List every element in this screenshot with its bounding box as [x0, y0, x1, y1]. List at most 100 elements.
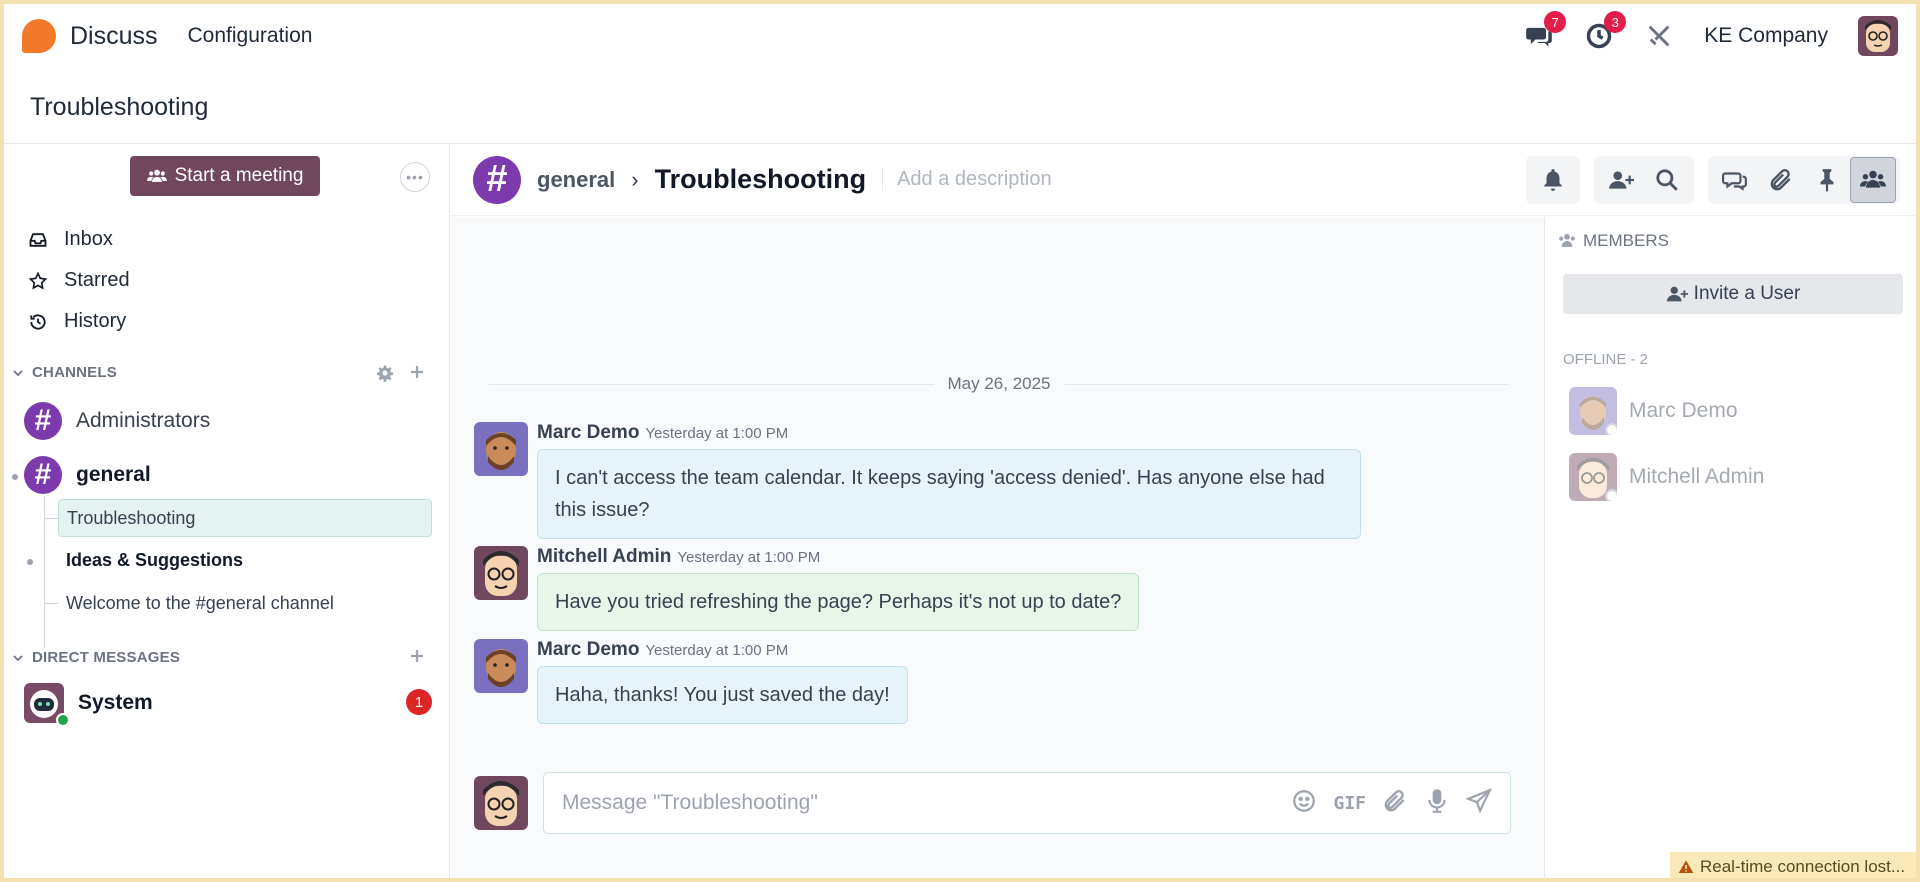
channel-item-general[interactable]: # general: [24, 456, 151, 494]
message-author[interactable]: Marc Demo: [537, 639, 639, 661]
message-author[interactable]: Mitchell Admin: [537, 546, 671, 568]
company-switcher[interactable]: KE Company: [1704, 24, 1828, 48]
member-avatar: [1569, 453, 1617, 501]
start-meeting-button[interactable]: Start a meeting: [130, 156, 320, 196]
offline-status-icon: [1605, 423, 1617, 435]
channel-name: Administrators: [76, 409, 211, 432]
member-name: Marc Demo: [1629, 399, 1738, 422]
thread-branch: [44, 603, 58, 604]
date-separator-label: May 26, 2025: [947, 374, 1051, 393]
message-item[interactable]: Mitchell Admin Yesterday at 1:00 PM Have…: [474, 546, 1140, 631]
author-avatar[interactable]: [474, 639, 528, 693]
messages-icon[interactable]: 7: [1524, 11, 1567, 51]
parent-channel-link[interactable]: general: [537, 167, 615, 193]
message-author[interactable]: Marc Demo: [537, 422, 639, 444]
members-header: MEMBERS: [1557, 231, 1669, 251]
channel-settings-gear-icon[interactable]: [376, 363, 394, 387]
unread-count-badge: 1: [406, 689, 432, 715]
inbox-icon: [29, 232, 47, 247]
message-bubble: Haha, thanks! You just saved the day!: [537, 666, 908, 724]
thread-name: Troubleshooting: [67, 507, 196, 528]
pin-icon[interactable]: [1804, 157, 1850, 203]
sidebar-item-label: History: [64, 310, 127, 332]
author-avatar[interactable]: [474, 422, 528, 476]
composer-box: GIF: [543, 772, 1511, 834]
activity-clock-icon[interactable]: 3: [1584, 11, 1627, 51]
add-user-icon: [1666, 286, 1688, 302]
emoji-icon[interactable]: [1291, 788, 1317, 819]
member-item-mitchell-admin[interactable]: Mitchell Admin: [1569, 453, 1764, 501]
users-icon: [146, 169, 167, 182]
channel-hash-icon: #: [24, 402, 62, 440]
message-timestamp: Yesterday at 1:00 PM: [645, 425, 789, 442]
thread-item-troubleshooting[interactable]: Troubleshooting: [58, 499, 432, 537]
message-composer: GIF: [474, 772, 1511, 834]
member-item-marc-demo[interactable]: Marc Demo: [1569, 387, 1738, 435]
channel-item-administrators[interactable]: # Administrators: [24, 402, 210, 440]
top-navbar: Discuss Configuration 7 3 KE Company: [0, 0, 1920, 72]
configuration-menu[interactable]: Configuration: [188, 24, 313, 48]
message-item[interactable]: Marc Demo Yesterday at 1:00 PM Haha, tha…: [474, 639, 908, 724]
sidebar-item-label: Starred: [64, 269, 130, 291]
thread-title[interactable]: Troubleshooting: [655, 164, 866, 195]
direct-messages-section-header[interactable]: DIRECT MESSAGES: [12, 649, 180, 666]
offline-section-label: OFFLINE - 2: [1563, 351, 1649, 368]
message-list[interactable]: May 26, 2025 Marc Demo Yesterday at 1:00…: [451, 217, 1544, 882]
connection-lost-notice: Real-time connection lost...: [1670, 852, 1920, 882]
thread-item-ideas[interactable]: Ideas & Suggestions: [58, 541, 243, 579]
message-timestamp: Yesterday at 1:00 PM: [645, 642, 789, 659]
member-list-icon[interactable]: [1850, 157, 1896, 203]
users-icon: [1559, 233, 1575, 247]
invite-user-label: Invite a User: [1693, 283, 1801, 304]
app-name[interactable]: Discuss: [70, 22, 158, 51]
discuss-sidebar: Start a meeting ••• Inbox Starred Histor…: [0, 144, 450, 882]
search-icon[interactable]: [1644, 157, 1690, 203]
debug-tools-icon[interactable]: [1644, 21, 1674, 51]
dm-name: System: [78, 691, 153, 714]
system-bot-avatar: [24, 683, 70, 727]
member-avatar: [1569, 387, 1617, 435]
unread-indicator: [27, 559, 33, 565]
page-title: Troubleshooting: [30, 93, 209, 121]
thread-branch: [44, 518, 58, 519]
sidebar-item-starred[interactable]: Starred: [28, 269, 130, 292]
sidebar-item-inbox[interactable]: Inbox: [28, 228, 113, 251]
start-meeting-label: Start a meeting: [174, 165, 304, 186]
send-icon[interactable]: [1465, 787, 1492, 819]
channels-section-header[interactable]: CHANNELS: [12, 364, 117, 381]
microphone-icon[interactable]: [1424, 788, 1450, 819]
description-field[interactable]: Add a description: [882, 168, 1052, 191]
add-user-icon[interactable]: [1598, 157, 1644, 203]
attachment-paperclip-icon[interactable]: [1758, 157, 1804, 203]
unread-indicator: [12, 474, 18, 480]
offline-status-icon: [1605, 489, 1617, 501]
dm-item-system[interactable]: System: [24, 683, 153, 727]
sidebar-item-label: Inbox: [64, 228, 113, 250]
threads-icon[interactable]: [1712, 157, 1758, 203]
invite-user-button[interactable]: Invite a User: [1563, 274, 1903, 314]
message-input[interactable]: [562, 791, 1292, 815]
dm-header-label: DIRECT MESSAGES: [32, 649, 181, 666]
message-item[interactable]: Marc Demo Yesterday at 1:00 PM I can't a…: [474, 422, 1361, 539]
sidebar-item-history[interactable]: History: [28, 310, 126, 333]
attachment-paperclip-icon[interactable]: [1382, 788, 1408, 819]
add-channel-plus-icon[interactable]: [408, 362, 426, 386]
thread-name: Ideas & Suggestions: [66, 549, 244, 570]
notification-bell-icon[interactable]: [1530, 157, 1576, 203]
message-bubble: Have you tried refreshing the page? Perh…: [537, 573, 1140, 631]
thread-name: Welcome to the #general channel: [66, 592, 334, 613]
gif-button[interactable]: GIF: [1333, 793, 1366, 814]
activities-count-badge: 3: [1604, 11, 1627, 33]
more-options-icon[interactable]: •••: [400, 162, 430, 192]
add-direct-message-plus-icon[interactable]: [408, 646, 426, 670]
current-user-avatar: [474, 776, 528, 830]
warning-icon: [1678, 860, 1694, 873]
channel-hash-icon: #: [24, 456, 62, 494]
thread-item-welcome[interactable]: Welcome to the #general channel: [58, 584, 334, 622]
members-panel: MEMBERS Invite a User OFFLINE - 2 Marc D…: [1544, 217, 1920, 882]
author-avatar[interactable]: [474, 546, 528, 600]
connection-lost-text: Real-time connection lost...: [1700, 857, 1906, 876]
user-avatar[interactable]: [1858, 16, 1898, 56]
discuss-logo-icon[interactable]: [22, 19, 56, 53]
member-name: Mitchell Admin: [1629, 465, 1765, 488]
